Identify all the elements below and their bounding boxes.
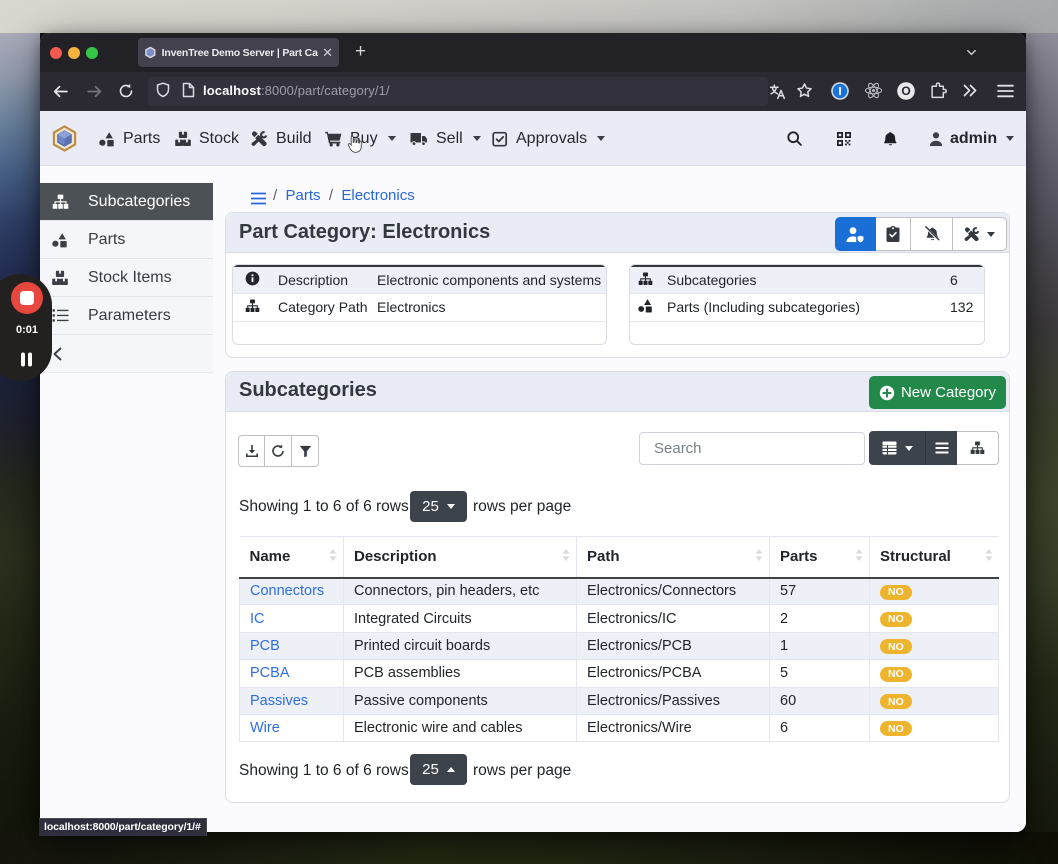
svg-text:O: O [901, 84, 910, 98]
